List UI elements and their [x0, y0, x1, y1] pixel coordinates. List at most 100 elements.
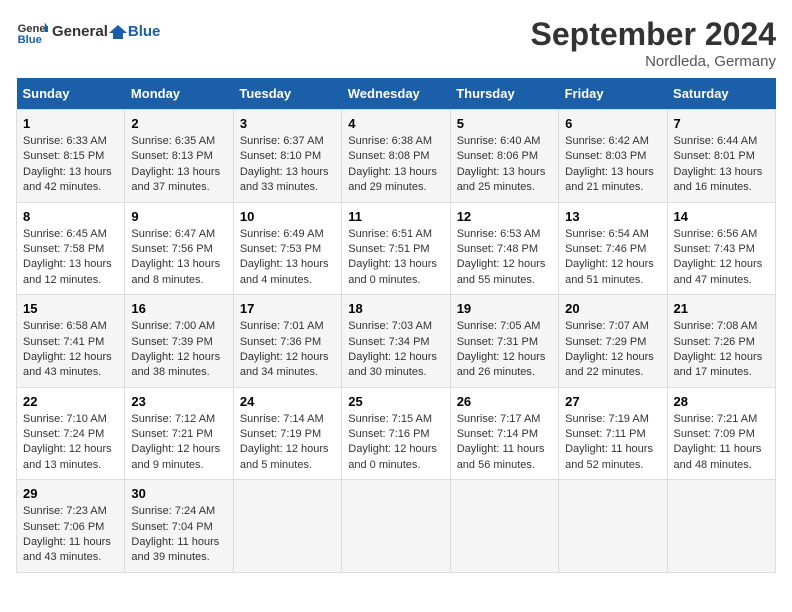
- day-info: Sunrise: 7:01 AMSunset: 7:36 PMDaylight:…: [240, 319, 335, 381]
- calendar-cell: 30 Sunrise: 7:24 AMSunset: 7:04 PMDaylig…: [125, 480, 233, 573]
- day-number: 15: [23, 301, 118, 316]
- day-number: 25: [348, 394, 443, 409]
- day-number: 22: [23, 394, 118, 409]
- day-info: Sunrise: 7:05 AMSunset: 7:31 PMDaylight:…: [457, 319, 552, 381]
- header-row: SundayMondayTuesdayWednesdayThursdayFrid…: [17, 78, 776, 110]
- calendar-cell: 29 Sunrise: 7:23 AMSunset: 7:06 PMDaylig…: [17, 480, 125, 573]
- day-info: Sunrise: 7:19 AMSunset: 7:11 PMDaylight:…: [565, 412, 660, 474]
- day-info: Sunrise: 6:40 AMSunset: 8:06 PMDaylight:…: [457, 134, 552, 196]
- calendar-cell: [450, 480, 558, 573]
- calendar-cell: 27 Sunrise: 7:19 AMSunset: 7:11 PMDaylig…: [559, 387, 667, 480]
- calendar-cell: 9 Sunrise: 6:47 AMSunset: 7:56 PMDayligh…: [125, 202, 233, 295]
- weekday-header: Wednesday: [342, 78, 450, 110]
- day-info: Sunrise: 7:24 AMSunset: 7:04 PMDaylight:…: [131, 504, 226, 566]
- calendar-cell: 11 Sunrise: 6:51 AMSunset: 7:51 PMDaylig…: [342, 202, 450, 295]
- calendar-cell: 5 Sunrise: 6:40 AMSunset: 8:06 PMDayligh…: [450, 110, 558, 203]
- calendar-cell: 15 Sunrise: 6:58 AMSunset: 7:41 PMDaylig…: [17, 295, 125, 388]
- day-number: 29: [23, 486, 118, 501]
- day-number: 24: [240, 394, 335, 409]
- calendar-cell: 28 Sunrise: 7:21 AMSunset: 7:09 PMDaylig…: [667, 387, 775, 480]
- day-number: 28: [674, 394, 769, 409]
- calendar-cell: 23 Sunrise: 7:12 AMSunset: 7:21 PMDaylig…: [125, 387, 233, 480]
- day-number: 3: [240, 116, 335, 131]
- calendar-cell: 19 Sunrise: 7:05 AMSunset: 7:31 PMDaylig…: [450, 295, 558, 388]
- calendar-cell: 22 Sunrise: 7:10 AMSunset: 7:24 PMDaylig…: [17, 387, 125, 480]
- calendar-week-row: 8 Sunrise: 6:45 AMSunset: 7:58 PMDayligh…: [17, 202, 776, 295]
- day-info: Sunrise: 6:42 AMSunset: 8:03 PMDaylight:…: [565, 134, 660, 196]
- day-number: 23: [131, 394, 226, 409]
- calendar-cell: 6 Sunrise: 6:42 AMSunset: 8:03 PMDayligh…: [559, 110, 667, 203]
- day-info: Sunrise: 6:35 AMSunset: 8:13 PMDaylight:…: [131, 134, 226, 196]
- calendar-cell: [233, 480, 341, 573]
- day-number: 2: [131, 116, 226, 131]
- day-info: Sunrise: 7:00 AMSunset: 7:39 PMDaylight:…: [131, 319, 226, 381]
- day-number: 17: [240, 301, 335, 316]
- logo-icon: General Blue: [16, 16, 48, 48]
- calendar-week-row: 15 Sunrise: 6:58 AMSunset: 7:41 PMDaylig…: [17, 295, 776, 388]
- day-number: 11: [348, 209, 443, 224]
- day-info: Sunrise: 6:45 AMSunset: 7:58 PMDaylight:…: [23, 227, 118, 289]
- day-info: Sunrise: 7:07 AMSunset: 7:29 PMDaylight:…: [565, 319, 660, 381]
- calendar-cell: 13 Sunrise: 6:54 AMSunset: 7:46 PMDaylig…: [559, 202, 667, 295]
- calendar-week-row: 29 Sunrise: 7:23 AMSunset: 7:06 PMDaylig…: [17, 480, 776, 573]
- day-info: Sunrise: 7:23 AMSunset: 7:06 PMDaylight:…: [23, 504, 118, 566]
- day-info: Sunrise: 6:54 AMSunset: 7:46 PMDaylight:…: [565, 227, 660, 289]
- calendar-cell: 7 Sunrise: 6:44 AMSunset: 8:01 PMDayligh…: [667, 110, 775, 203]
- day-info: Sunrise: 7:17 AMSunset: 7:14 PMDaylight:…: [457, 412, 552, 474]
- day-number: 21: [674, 301, 769, 316]
- calendar-cell: 24 Sunrise: 7:14 AMSunset: 7:19 PMDaylig…: [233, 387, 341, 480]
- day-number: 12: [457, 209, 552, 224]
- day-number: 9: [131, 209, 226, 224]
- weekday-header: Friday: [559, 78, 667, 110]
- calendar-table: SundayMondayTuesdayWednesdayThursdayFrid…: [16, 78, 776, 573]
- day-number: 19: [457, 301, 552, 316]
- svg-text:Blue: Blue: [18, 34, 42, 46]
- logo: General Blue GeneralBlue: [16, 16, 160, 48]
- calendar-cell: 18 Sunrise: 7:03 AMSunset: 7:34 PMDaylig…: [342, 295, 450, 388]
- day-number: 1: [23, 116, 118, 131]
- page-header: General Blue GeneralBlue September 2024 …: [16, 16, 776, 70]
- calendar-cell: 12 Sunrise: 6:53 AMSunset: 7:48 PMDaylig…: [450, 202, 558, 295]
- month-title: September 2024: [531, 16, 776, 53]
- calendar-cell: 26 Sunrise: 7:17 AMSunset: 7:14 PMDaylig…: [450, 387, 558, 480]
- title-block: September 2024 Nordleda, Germany: [531, 16, 776, 70]
- calendar-cell: 10 Sunrise: 6:49 AMSunset: 7:53 PMDaylig…: [233, 202, 341, 295]
- calendar-cell: 4 Sunrise: 6:38 AMSunset: 8:08 PMDayligh…: [342, 110, 450, 203]
- calendar-cell: [667, 480, 775, 573]
- day-info: Sunrise: 6:33 AMSunset: 8:15 PMDaylight:…: [23, 134, 118, 196]
- svg-text:General: General: [18, 23, 48, 35]
- day-info: Sunrise: 7:15 AMSunset: 7:16 PMDaylight:…: [348, 412, 443, 474]
- calendar-week-row: 22 Sunrise: 7:10 AMSunset: 7:24 PMDaylig…: [17, 387, 776, 480]
- day-info: Sunrise: 6:53 AMSunset: 7:48 PMDaylight:…: [457, 227, 552, 289]
- day-number: 13: [565, 209, 660, 224]
- day-info: Sunrise: 6:51 AMSunset: 7:51 PMDaylight:…: [348, 227, 443, 289]
- day-number: 10: [240, 209, 335, 224]
- day-number: 4: [348, 116, 443, 131]
- calendar-cell: [559, 480, 667, 573]
- day-info: Sunrise: 7:12 AMSunset: 7:21 PMDaylight:…: [131, 412, 226, 474]
- day-number: 18: [348, 301, 443, 316]
- day-info: Sunrise: 6:37 AMSunset: 8:10 PMDaylight:…: [240, 134, 335, 196]
- day-info: Sunrise: 6:38 AMSunset: 8:08 PMDaylight:…: [348, 134, 443, 196]
- weekday-header: Saturday: [667, 78, 775, 110]
- calendar-cell: 2 Sunrise: 6:35 AMSunset: 8:13 PMDayligh…: [125, 110, 233, 203]
- day-number: 7: [674, 116, 769, 131]
- calendar-cell: 25 Sunrise: 7:15 AMSunset: 7:16 PMDaylig…: [342, 387, 450, 480]
- day-number: 6: [565, 116, 660, 131]
- day-info: Sunrise: 7:14 AMSunset: 7:19 PMDaylight:…: [240, 412, 335, 474]
- calendar-cell: 14 Sunrise: 6:56 AMSunset: 7:43 PMDaylig…: [667, 202, 775, 295]
- day-number: 20: [565, 301, 660, 316]
- day-info: Sunrise: 7:03 AMSunset: 7:34 PMDaylight:…: [348, 319, 443, 381]
- day-info: Sunrise: 6:44 AMSunset: 8:01 PMDaylight:…: [674, 134, 769, 196]
- calendar-cell: 1 Sunrise: 6:33 AMSunset: 8:15 PMDayligh…: [17, 110, 125, 203]
- calendar-cell: 8 Sunrise: 6:45 AMSunset: 7:58 PMDayligh…: [17, 202, 125, 295]
- day-info: Sunrise: 6:56 AMSunset: 7:43 PMDaylight:…: [674, 227, 769, 289]
- day-number: 14: [674, 209, 769, 224]
- day-info: Sunrise: 7:21 AMSunset: 7:09 PMDaylight:…: [674, 412, 769, 474]
- day-number: 27: [565, 394, 660, 409]
- day-number: 5: [457, 116, 552, 131]
- calendar-cell: [342, 480, 450, 573]
- day-info: Sunrise: 7:10 AMSunset: 7:24 PMDaylight:…: [23, 412, 118, 474]
- day-number: 30: [131, 486, 226, 501]
- day-info: Sunrise: 6:47 AMSunset: 7:56 PMDaylight:…: [131, 227, 226, 289]
